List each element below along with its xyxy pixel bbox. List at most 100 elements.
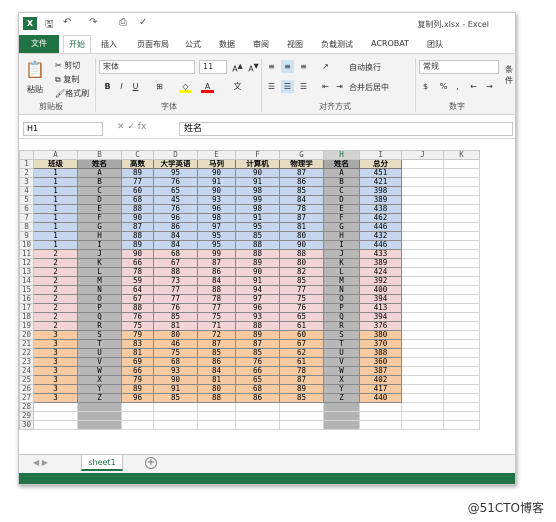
print-icon[interactable]: ⎙ (119, 17, 127, 28)
row-header[interactable]: 23 (19, 357, 34, 367)
data-cell[interactable]: 72 (197, 330, 236, 340)
data-cell[interactable]: 79 (121, 330, 154, 340)
data-cell[interactable]: 85 (153, 312, 198, 322)
data-cell[interactable]: 76 (153, 303, 198, 313)
data-cell[interactable]: 421 (359, 177, 402, 187)
data-cell[interactable]: 2 (33, 258, 78, 268)
select-all-corner[interactable] (19, 150, 34, 160)
cell[interactable] (443, 366, 480, 376)
data-cell[interactable]: 84 (197, 276, 236, 286)
data-cell[interactable]: 95 (153, 168, 198, 178)
data-cell[interactable]: X (77, 375, 122, 385)
data-cell[interactable]: E (323, 204, 360, 214)
data-cell[interactable]: 81 (279, 222, 324, 232)
data-cell[interactable]: G (77, 222, 122, 232)
data-cell[interactable]: 81 (153, 321, 198, 331)
header-cell[interactable]: 总分 (359, 159, 402, 169)
data-cell[interactable]: H (323, 231, 360, 241)
data-cell[interactable]: 394 (359, 294, 402, 304)
row-header[interactable]: 3 (19, 177, 34, 187)
cell[interactable] (153, 402, 198, 412)
column-header-j[interactable]: J (401, 150, 444, 160)
data-cell[interactable]: 3 (33, 330, 78, 340)
data-cell[interactable]: 97 (235, 294, 280, 304)
data-cell[interactable]: 93 (197, 195, 236, 205)
decrease-font-icon[interactable]: A▼ (247, 60, 260, 74)
data-cell[interactable]: J (323, 249, 360, 259)
cell[interactable] (401, 258, 444, 268)
header-cell[interactable]: 高数 (121, 159, 154, 169)
data-cell[interactable]: 94 (235, 285, 280, 295)
cell[interactable] (197, 420, 236, 430)
data-cell[interactable]: 66 (121, 366, 154, 376)
cell[interactable] (401, 357, 444, 367)
data-cell[interactable]: 388 (359, 348, 402, 358)
data-cell[interactable]: V (323, 357, 360, 367)
data-cell[interactable]: 451 (359, 168, 402, 178)
data-cell[interactable]: 68 (153, 249, 198, 259)
data-cell[interactable]: 3 (33, 393, 78, 403)
data-cell[interactable]: 89 (121, 168, 154, 178)
cell[interactable] (443, 411, 480, 421)
row-header[interactable]: 12 (19, 258, 34, 268)
data-cell[interactable]: 424 (359, 267, 402, 277)
cell[interactable] (33, 420, 78, 430)
cell[interactable] (401, 285, 444, 295)
align-right-icon[interactable]: ☰ (297, 80, 310, 93)
data-cell[interactable]: 96 (197, 204, 236, 214)
data-cell[interactable]: 96 (121, 393, 154, 403)
data-cell[interactable]: 90 (235, 168, 280, 178)
cell[interactable] (197, 411, 236, 421)
data-cell[interactable]: 88 (121, 204, 154, 214)
orientation-icon[interactable]: ↗ (319, 60, 332, 73)
fill-color-icon[interactable]: ◇ (179, 80, 192, 93)
cell[interactable] (443, 186, 480, 196)
data-cell[interactable]: N (323, 285, 360, 295)
data-cell[interactable]: 98 (235, 204, 280, 214)
data-cell[interactable]: M (323, 276, 360, 286)
data-cell[interactable]: D (323, 195, 360, 205)
merge-center-button[interactable]: 合并后居中 (349, 82, 389, 93)
data-cell[interactable]: 376 (359, 321, 402, 331)
cell[interactable] (401, 249, 444, 259)
row-header[interactable]: 9 (19, 231, 34, 241)
cell[interactable] (401, 321, 444, 331)
data-cell[interactable]: 79 (121, 375, 154, 385)
data-cell[interactable]: 76 (235, 357, 280, 367)
format-painter-button[interactable]: 🖌格式刷 (55, 88, 89, 99)
cell[interactable] (401, 411, 444, 421)
data-cell[interactable]: 89 (121, 384, 154, 394)
data-cell[interactable]: 77 (153, 285, 198, 295)
data-cell[interactable]: Z (77, 393, 122, 403)
data-cell[interactable]: 87 (121, 222, 154, 232)
data-cell[interactable]: 86 (279, 177, 324, 187)
percent-icon[interactable]: % (437, 80, 450, 93)
data-cell[interactable]: 77 (279, 285, 324, 295)
column-header-k[interactable]: K (443, 150, 480, 160)
sheet-tab[interactable]: sheet1 (81, 455, 123, 471)
data-cell[interactable]: H (77, 231, 122, 241)
data-cell[interactable]: 67 (279, 339, 324, 349)
data-cell[interactable]: 88 (235, 321, 280, 331)
data-cell[interactable]: 84 (279, 195, 324, 205)
data-cell[interactable]: G (323, 222, 360, 232)
cell[interactable] (401, 195, 444, 205)
cell[interactable] (33, 402, 78, 412)
cell[interactable] (323, 402, 360, 412)
column-header-i[interactable]: I (359, 150, 402, 160)
cell[interactable] (443, 258, 480, 268)
data-cell[interactable]: 99 (235, 195, 280, 205)
data-cell[interactable]: 86 (153, 222, 198, 232)
data-cell[interactable]: R (323, 321, 360, 331)
cell[interactable] (279, 420, 324, 430)
tab-acrobat[interactable]: ACROBAT (371, 39, 409, 48)
data-cell[interactable]: 87 (197, 339, 236, 349)
data-cell[interactable]: 77 (153, 294, 198, 304)
cell[interactable] (401, 186, 444, 196)
cell[interactable] (153, 420, 198, 430)
align-middle-icon[interactable]: ≡ (281, 60, 294, 73)
data-cell[interactable]: N (77, 285, 122, 295)
data-cell[interactable]: 88 (197, 285, 236, 295)
cell[interactable] (443, 303, 480, 313)
column-header-g[interactable]: G (279, 150, 324, 160)
